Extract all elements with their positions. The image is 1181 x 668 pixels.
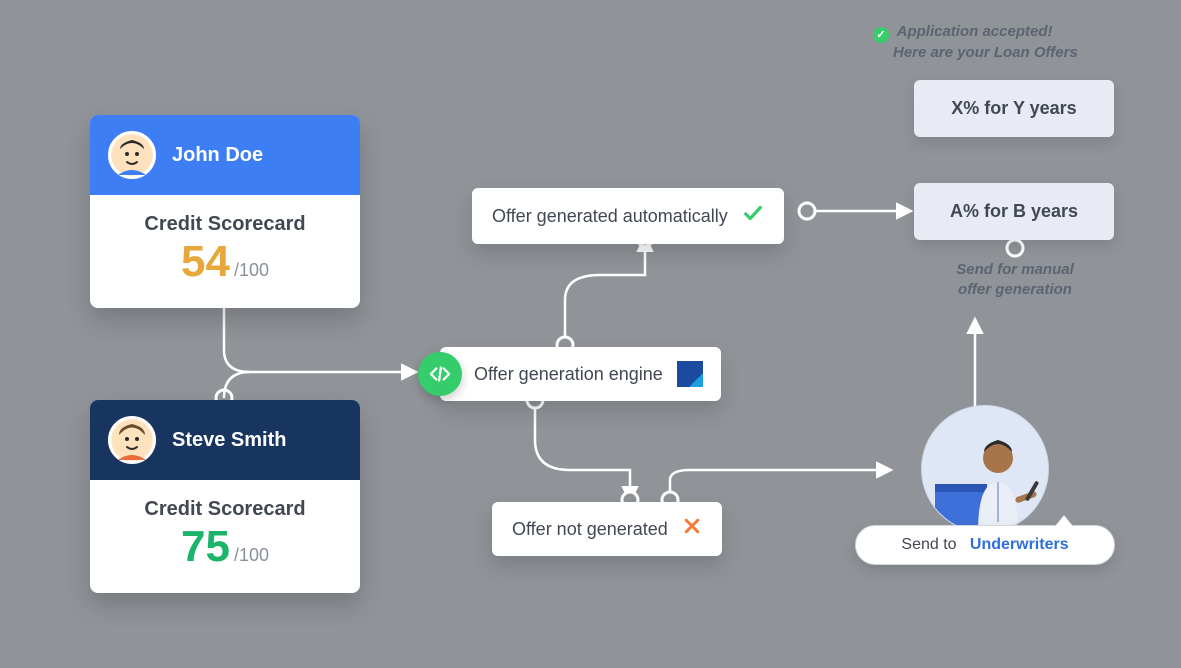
underwriter-wrap: Send to Underwriters xyxy=(855,405,1115,565)
score-outof: /100 xyxy=(234,545,269,566)
engine-wrap: Offer generation engine xyxy=(418,347,721,401)
underwriter-avatar-icon xyxy=(921,405,1049,533)
applicant-body: Credit Scorecard 54 /100 xyxy=(90,195,360,308)
score-label: Credit Scorecard xyxy=(102,213,348,236)
code-icon xyxy=(418,352,462,396)
check-circle-icon: ✓ xyxy=(873,27,889,43)
x-icon xyxy=(682,516,702,542)
score-label: Credit Scorecard xyxy=(102,498,348,521)
score-value: 54 xyxy=(181,240,230,284)
applicant-name: John Doe xyxy=(172,144,263,167)
accepted-caption: ✓ Application accepted! Here are your Lo… xyxy=(873,22,1078,63)
diagram-stage: .ln { fill: none; stroke: #ffffff; strok… xyxy=(0,0,1181,668)
applicant-body: Credit Scorecard 75 /100 xyxy=(90,480,360,593)
offer-label: A% for B years xyxy=(950,201,1078,221)
accepted-line1: Application accepted! xyxy=(897,23,1053,40)
score-line: 54 /100 xyxy=(102,240,348,284)
offer-generated-label: Offer generated automatically xyxy=(492,206,728,227)
offer-not-generated-label: Offer not generated xyxy=(512,519,668,540)
offer-box-1: X% for Y years xyxy=(914,80,1114,137)
avatar-icon xyxy=(108,416,156,464)
engine-logo-icon xyxy=(677,361,703,387)
manual-caption: Send for manual offer generation xyxy=(950,260,1080,299)
check-icon xyxy=(742,202,764,230)
score-value: 75 xyxy=(181,525,230,569)
applicant-header: John Doe xyxy=(90,115,360,195)
underwriter-prefix: Send to xyxy=(901,536,956,553)
offer-label: X% for Y years xyxy=(951,98,1076,118)
score-line: 75 /100 xyxy=(102,525,348,569)
engine-box: Offer generation engine xyxy=(440,347,721,401)
applicant-name: Steve Smith xyxy=(172,429,286,452)
offer-box-2: A% for B years xyxy=(914,183,1114,240)
applicant-card-john: John Doe Credit Scorecard 54 /100 xyxy=(90,115,360,308)
manual-line2: offer generation xyxy=(958,281,1072,298)
applicant-card-steve: Steve Smith Credit Scorecard 75 /100 xyxy=(90,400,360,593)
avatar-icon xyxy=(108,131,156,179)
accepted-line2: Here are your Loan Offers xyxy=(893,43,1078,63)
offer-generated-box: Offer generated automatically xyxy=(472,188,784,244)
underwriter-speech: Send to Underwriters xyxy=(855,525,1115,565)
score-outof: /100 xyxy=(234,260,269,281)
underwriter-role: Underwriters xyxy=(970,536,1069,553)
applicant-header: Steve Smith xyxy=(90,400,360,480)
engine-label: Offer generation engine xyxy=(474,364,663,385)
manual-line1: Send for manual xyxy=(956,261,1074,278)
offer-not-generated-box: Offer not generated xyxy=(492,502,722,556)
